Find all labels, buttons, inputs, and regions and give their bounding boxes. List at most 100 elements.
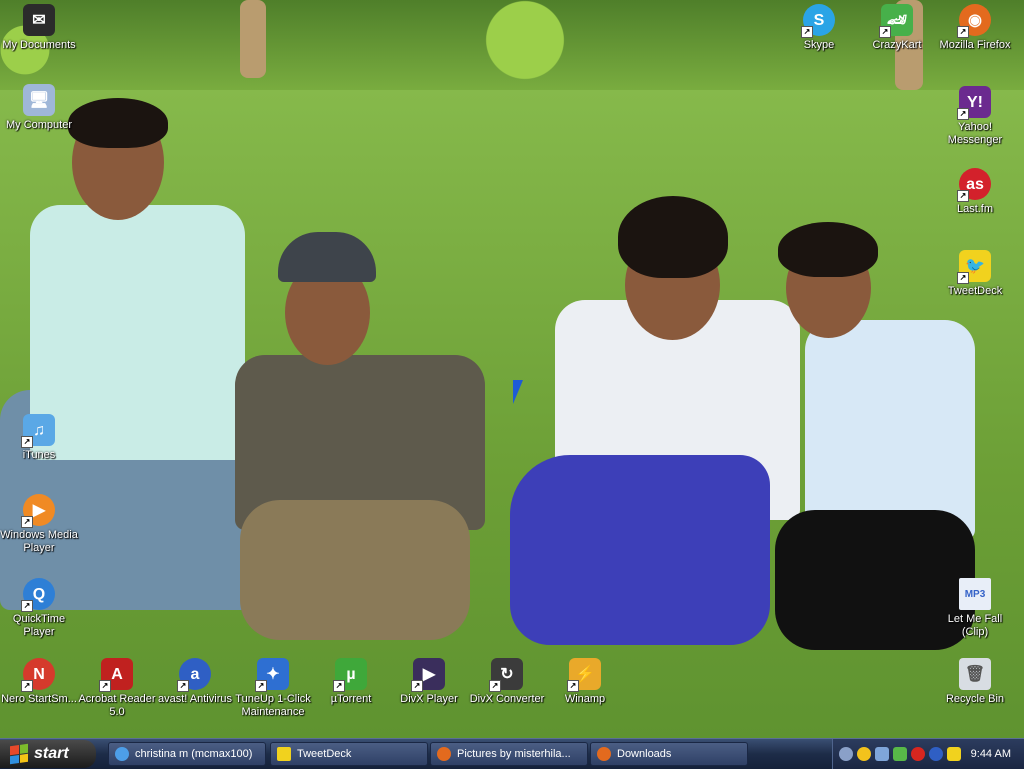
- icon-label: Let Me Fall (Clip): [947, 613, 1003, 638]
- show-hidden-icon[interactable]: [839, 747, 853, 761]
- icon-label: TuneUp 1-Click Maintenance: [235, 693, 311, 718]
- avast-icon: a ↗: [177, 658, 211, 692]
- desktop-icon-lastfm[interactable]: as ↗ Last.fm: [936, 168, 1014, 216]
- utorrent-icon: µ ↗: [333, 658, 367, 692]
- icon-label: TweetDeck: [947, 285, 1003, 297]
- desktop-icon-quicktime[interactable]: Q ↗ QuickTime Player: [0, 578, 78, 639]
- wallpaper-shirt: [805, 320, 975, 540]
- desktop-icon-my-documents[interactable]: ✉ My Documents: [0, 4, 78, 52]
- wallpaper-pants: [510, 455, 770, 645]
- acrobat-icon: A ↗: [99, 658, 133, 692]
- shortcut-arrow-icon: ↗: [957, 108, 969, 120]
- icon-label: DivX Player: [400, 693, 458, 705]
- desktop-icon-divx-converter[interactable]: ↻ ↗ DivX Converter: [468, 658, 546, 706]
- computer-icon: 🖥: [23, 84, 55, 116]
- icon-label: Yahoo! Messenger: [947, 121, 1003, 146]
- desktop-icon-winamp[interactable]: ⚡ ↗ Winamp: [546, 658, 624, 706]
- desktop-icon-mp3-file[interactable]: MP3 Let Me Fall (Clip): [936, 578, 1014, 639]
- icon-label: Skype: [803, 39, 835, 51]
- tweetdeck-icon: 🐦 ↗: [957, 250, 991, 284]
- mp3-file-icon: MP3: [959, 578, 991, 610]
- desktop-icon-windows-media-player[interactable]: ▶ ↗ Windows Media Player: [0, 494, 78, 555]
- system-tray: 9:44 AM: [832, 739, 1024, 769]
- tweetdeck-tray-icon[interactable]: [947, 747, 961, 761]
- taskbar-button-messenger[interactable]: christina m (mcmax100): [108, 742, 266, 766]
- desktop-icon-acrobat[interactable]: A ↗ Acrobat Reader 5.0: [78, 658, 156, 719]
- media-player-icon: ▶ ↗: [21, 494, 55, 528]
- taskbar-button-firefox-pictures[interactable]: Pictures by misterhila...: [430, 742, 588, 766]
- wallpaper-hair: [618, 196, 728, 278]
- desktop-icon-firefox[interactable]: ◉ ↗ Mozilla Firefox: [936, 4, 1014, 52]
- desktop-icon-divx-player[interactable]: ▶ ↗ DivX Player: [390, 658, 468, 706]
- shortcut-arrow-icon: ↗: [801, 26, 813, 38]
- icon-label: Acrobat Reader 5.0: [78, 693, 156, 718]
- desktop[interactable]: ✉ My Documents 🖥 My Computer ♫ ↗ iTunes ▶…: [0, 0, 1024, 738]
- firefox-icon: [437, 747, 451, 761]
- icon-label: avast! Antivirus: [158, 693, 232, 705]
- icon-label: My Computer: [5, 119, 73, 131]
- itunes-icon: ♫ ↗: [21, 414, 55, 448]
- taskbar-button-label: Pictures by misterhila...: [457, 748, 571, 760]
- shortcut-arrow-icon: ↗: [21, 436, 33, 448]
- network-icon[interactable]: [875, 747, 889, 761]
- shortcut-arrow-icon: ↗: [99, 680, 111, 692]
- icon-label: µTorrent: [330, 693, 372, 705]
- recycle-bin-icon: 🗑: [959, 658, 991, 690]
- icon-label: Windows Media Player: [0, 529, 78, 554]
- taskbar-button-firefox-downloads[interactable]: Downloads: [590, 742, 748, 766]
- firefox-icon: [597, 747, 611, 761]
- desktop-icon-nero[interactable]: N ↗ Nero StartSm...: [0, 658, 78, 706]
- shortcut-arrow-icon: ↗: [567, 680, 579, 692]
- shortcut-arrow-icon: ↗: [489, 680, 501, 692]
- wallpaper-hair: [778, 222, 878, 277]
- taskbar-button-label: TweetDeck: [297, 748, 352, 760]
- messenger-icon: [115, 747, 129, 761]
- tuneup-tray-icon[interactable]: [893, 747, 907, 761]
- desktop-icon-skype[interactable]: S ↗ Skype: [780, 4, 858, 52]
- desktop-icon-my-computer[interactable]: 🖥 My Computer: [0, 84, 78, 132]
- icon-label: QuickTime Player: [12, 613, 66, 638]
- desktop-icon-avast[interactable]: a ↗ avast! Antivirus: [156, 658, 234, 706]
- icon-label: CrazyKart: [872, 39, 922, 51]
- desktop-icon-tweetdeck[interactable]: 🐦 ↗ TweetDeck: [936, 250, 1014, 298]
- shortcut-arrow-icon: ↗: [333, 680, 345, 692]
- desktop-icon-tuneup[interactable]: ✦ ↗ TuneUp 1-Click Maintenance: [234, 658, 312, 719]
- desktop-icon-itunes[interactable]: ♫ ↗ iTunes: [0, 414, 78, 462]
- divx-player-icon: ▶ ↗: [411, 658, 445, 692]
- taskbar-button-label: Downloads: [617, 748, 672, 760]
- start-label: start: [34, 745, 69, 762]
- taskbar-button-tweetdeck[interactable]: TweetDeck: [270, 742, 428, 766]
- wallpaper-palm: [450, 0, 600, 100]
- taskbar: start christina m (mcmax100) TweetDeck P…: [0, 738, 1024, 769]
- lastfm-icon: as ↗: [957, 168, 991, 202]
- desktop-icon-utorrent[interactable]: µ ↗ µTorrent: [312, 658, 390, 706]
- messenger-tray-icon[interactable]: [857, 747, 871, 761]
- shortcut-arrow-icon: ↗: [21, 680, 33, 692]
- mouse-cursor-icon: [513, 380, 533, 404]
- shortcut-arrow-icon: ↗: [411, 680, 423, 692]
- skype-icon: S ↗: [801, 4, 835, 38]
- start-button[interactable]: start: [0, 740, 96, 768]
- shortcut-arrow-icon: ↗: [21, 516, 33, 528]
- shortcut-arrow-icon: ↗: [957, 190, 969, 202]
- kart-icon: 🏎 ↗: [879, 4, 913, 38]
- shortcut-arrow-icon: ↗: [957, 272, 969, 284]
- icon-label: Winamp: [564, 693, 606, 705]
- desktop-icon-yahoo-messenger[interactable]: Y! ↗ Yahoo! Messenger: [936, 86, 1014, 147]
- icon-label: iTunes: [22, 449, 56, 461]
- shortcut-arrow-icon: ↗: [177, 680, 189, 692]
- shortcut-arrow-icon: ↗: [879, 26, 891, 38]
- taskbar-button-label: christina m (mcmax100): [135, 748, 253, 760]
- winamp-icon: ⚡ ↗: [567, 658, 601, 692]
- windows-logo-icon: [10, 743, 28, 765]
- desktop-icon-crazykart[interactable]: 🏎 ↗ CrazyKart: [858, 4, 936, 52]
- divx-converter-icon: ↻ ↗: [489, 658, 523, 692]
- antivirus-tray-icon[interactable]: [911, 747, 925, 761]
- icon-label: DivX Converter: [469, 693, 545, 705]
- avast-tray-icon[interactable]: [929, 747, 943, 761]
- icon-label: Recycle Bin: [945, 693, 1005, 705]
- clock[interactable]: 9:44 AM: [971, 739, 1011, 769]
- tweetdeck-icon: [277, 747, 291, 761]
- tuneup-icon: ✦ ↗: [255, 658, 289, 692]
- desktop-icon-recycle-bin[interactable]: 🗑 Recycle Bin: [936, 658, 1014, 706]
